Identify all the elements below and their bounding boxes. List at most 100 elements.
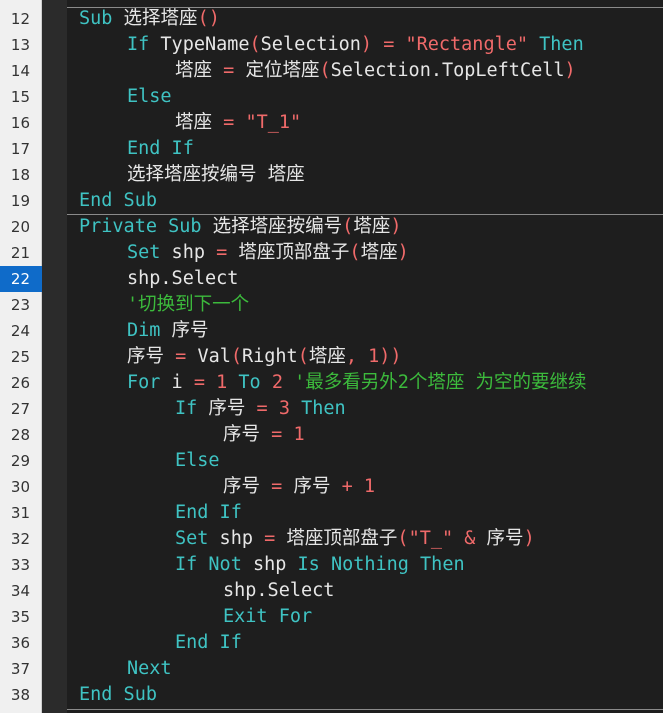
code-line[interactable]: Dim 序号 [127, 318, 209, 344]
line-number: 29 [10, 452, 30, 470]
code-token: "Rectangle" [405, 34, 529, 55]
code-token: TypeName [149, 34, 250, 55]
line-number: 30 [10, 478, 30, 496]
line-number: 13 [10, 36, 30, 54]
code-token: ) [390, 216, 402, 237]
line-number: 37 [10, 660, 30, 678]
code-token: If [127, 34, 150, 55]
line-number: 31 [10, 504, 30, 522]
code-line[interactable]: shp.Select [127, 266, 238, 292]
code-line[interactable]: 选择塔座按编号 塔座 [127, 162, 305, 188]
code-token: Next [127, 658, 172, 679]
code-line[interactable]: 序号 = 1 [223, 422, 305, 448]
code-token: 1 [216, 372, 228, 393]
code-line[interactable]: 塔座 = "T_1" [175, 110, 301, 136]
code-token: 1 [363, 476, 376, 497]
code-token: 定位塔座 [245, 60, 320, 81]
code-token: 序号 [127, 346, 165, 367]
code-token: 塔座顶部盘子 [238, 242, 350, 263]
line-number: 16 [10, 114, 30, 132]
code-line[interactable]: Sub 选择塔座() [79, 6, 220, 32]
code-token: = [204, 242, 239, 263]
procedure-separator [67, 709, 663, 710]
code-token: ) [360, 34, 373, 55]
code-token: 塔座 [360, 242, 398, 263]
code-line[interactable]: 塔座 = 定位塔座(Selection.TopLeftCell) [175, 58, 576, 84]
code-token: 1 [293, 424, 305, 445]
code-token: shp [241, 554, 287, 575]
code-line[interactable]: Next [127, 656, 172, 682]
code-token: Is Nothing Then [286, 554, 465, 575]
code-token: = [182, 372, 217, 393]
code-line[interactable]: If Not shp Is Nothing Then [175, 552, 465, 578]
code-line[interactable]: Exit For [223, 604, 312, 630]
code-token: i [160, 372, 183, 393]
line-number: 33 [10, 556, 30, 574]
code-token: 序号 [197, 398, 246, 419]
code-token: Right [242, 346, 298, 367]
code-token: ( [349, 242, 361, 263]
line-number: 23 [10, 296, 30, 314]
code-token: 塔座 [175, 60, 213, 81]
code-token: Else [127, 86, 172, 107]
code-token: ( [342, 216, 354, 237]
code-token: Dim [127, 320, 161, 341]
code-line[interactable]: shp.Select [223, 578, 334, 604]
code-line[interactable]: For i = 1 To 2 '最多看另外2个塔座 为空的要继续 [127, 370, 587, 396]
code-token: "T_" [408, 528, 454, 549]
code-token: Private Sub [79, 216, 202, 237]
line-number: 27 [10, 400, 30, 418]
code-token: 选择塔座按编号 [201, 216, 343, 237]
code-token: + [330, 476, 364, 497]
line-number: 14 [10, 62, 30, 80]
code-token: 塔座 [308, 346, 346, 367]
code-line[interactable]: Set shp = 塔座顶部盘子(塔座) [127, 240, 409, 266]
code-line[interactable]: 序号 = 序号 + 1 [223, 474, 375, 500]
code-line[interactable]: Set shp = 塔座顶部盘子("T_" & 序号) [175, 526, 535, 552]
code-line[interactable]: End If [175, 500, 242, 526]
code-token: & [453, 528, 487, 549]
code-token: = [252, 528, 287, 549]
code-line[interactable]: Private Sub 选择塔座按编号(塔座) [79, 214, 401, 240]
line-number: 38 [10, 686, 30, 704]
code-editor[interactable]: Sub 选择塔座() If TypeName(Selection) = "Rect… [67, 0, 663, 713]
code-line[interactable]: 序号 = Val(Right(塔座, 1)) [127, 344, 402, 370]
code-token: 塔座 [175, 112, 213, 133]
line-number: 32 [10, 530, 30, 548]
code-line[interactable]: End If [127, 136, 194, 162]
code-token: ) [564, 60, 576, 81]
code-token: 1 [368, 346, 380, 367]
code-token: ) [397, 242, 409, 263]
code-line[interactable]: '切换到下一个 [127, 292, 249, 318]
code-line[interactable]: End Sub [79, 682, 157, 708]
code-token: shp.Select [127, 268, 239, 289]
code-token: '切换到下一个 [127, 294, 250, 315]
line-number: 22 [0, 266, 42, 292]
code-token: '最多看另外2个塔座 为空的要继续 [282, 372, 587, 393]
code-token: 2 [260, 372, 283, 393]
code-token: Else [175, 450, 220, 471]
code-token: 序号 [160, 320, 209, 341]
code-token: 3 [278, 398, 290, 419]
code-line[interactable]: If 序号 = 3 Then [175, 396, 346, 422]
code-token: If [175, 398, 198, 419]
code-line[interactable]: If TypeName(Selection) = "Rectangle" The… [127, 32, 584, 58]
line-number: 24 [10, 322, 30, 340]
code-token: shp [160, 242, 205, 263]
code-token: End If [127, 138, 194, 159]
code-token: , [345, 346, 369, 367]
code-token: )) [379, 346, 402, 367]
code-token: = [212, 112, 246, 133]
code-token: = [260, 424, 294, 445]
code-token: End Sub [79, 190, 157, 211]
code-line[interactable]: Else [175, 448, 220, 474]
line-number: 20 [10, 218, 30, 236]
code-token: Selection.TopLeftCell [330, 60, 565, 81]
code-line[interactable]: End Sub [79, 188, 157, 214]
code-token: Val [197, 346, 231, 367]
code-line[interactable]: End If [175, 630, 242, 656]
code-token: 塔座顶部盘子 [286, 528, 398, 549]
code-token: End Sub [79, 684, 157, 705]
code-token: = [245, 398, 279, 419]
code-line[interactable]: Else [127, 84, 172, 110]
